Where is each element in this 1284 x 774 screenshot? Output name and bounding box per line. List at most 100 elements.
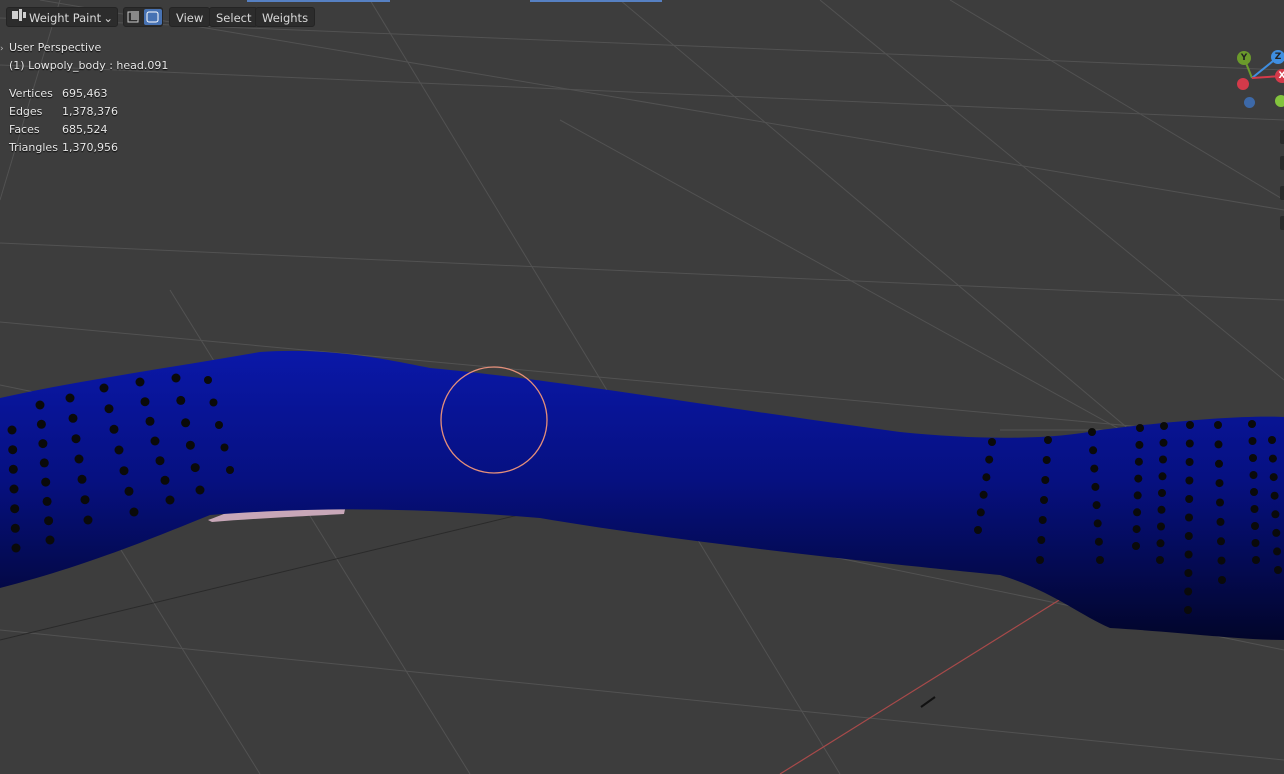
weight-dot [114,445,124,455]
weight-dot [190,463,200,473]
weight-dot [1269,473,1278,482]
weight-dot [99,383,109,393]
weight-dot [1096,556,1104,564]
xray-toggle-icon[interactable] [125,9,143,25]
weight-dot [1160,422,1168,430]
weight-dot [1092,501,1101,510]
weight-dot [150,436,160,446]
viewport-info-overlay: User Perspective (1) Lowpoly_body : head… [9,39,168,157]
weight-paint-mode-icon [11,8,29,28]
weight-dot [209,398,218,407]
menu-select[interactable]: Select [209,7,259,27]
weight-dot [10,504,20,514]
navigation-gizmo[interactable]: Y Z X [1228,44,1284,124]
weight-dot [71,434,81,444]
weight-dot [1185,458,1194,466]
weight-dot [1091,482,1100,491]
weight-dot [109,424,119,434]
weight-dot [135,377,145,387]
weight-dot [1217,537,1225,546]
stat-label: Vertices [9,87,53,100]
weight-dot [1217,556,1226,565]
gizmo-neg-y-axis[interactable] [1275,95,1284,107]
weight-dot [1216,498,1224,507]
weight-dot [1185,495,1194,503]
weight-dot [8,445,18,455]
menu-view[interactable]: View [169,7,211,27]
weight-dot [1271,510,1280,519]
weight-dot [1249,454,1257,462]
view-tool-zoom[interactable] [1280,130,1284,144]
stat-row-faces: Faces 685,524 [9,121,168,139]
weight-dot [1268,436,1276,444]
active-object-label: (1) Lowpoly_body : head.091 [9,59,169,72]
weight-dot [195,485,205,495]
weight-dot [65,393,75,403]
weight-dot [988,438,996,446]
weight-dot [1042,456,1051,464]
xray-shading-icon[interactable] [144,9,162,25]
weight-dot [181,418,191,428]
view-tool-camera[interactable] [1280,186,1284,200]
weight-dot [1215,479,1224,488]
weight-dot [1089,446,1098,455]
weight-dot [1249,471,1258,479]
weight-dot [1135,440,1144,449]
3d-viewport[interactable]: Weight Paint ⌄ View Select Weights › Use… [0,0,1284,774]
weight-dot [1185,513,1193,522]
weight-dot [985,455,994,464]
weight-dot [1185,439,1194,448]
weight-dot [80,495,90,505]
weight-dot [1133,508,1142,517]
weight-dot [1093,519,1102,528]
toolbar-expand-arrow-icon[interactable]: › [0,44,4,54]
mode-selector[interactable]: Weight Paint ⌄ [6,7,118,27]
weight-dot [1157,522,1165,531]
weight-dot [44,516,54,526]
weight-dot [1186,421,1194,429]
view-tool-perspective[interactable] [1280,216,1284,230]
stat-row-vertices: Vertices 695,463 [9,85,168,103]
weight-dot [9,484,19,494]
weight-dot [1132,525,1141,534]
stat-row-triangles: Triangles 1,370,956 [9,139,168,157]
mode-label: Weight Paint [29,11,102,25]
weight-dot [1037,536,1046,544]
stat-value: 685,524 [62,123,108,136]
weight-dot [11,543,21,553]
weight-dot [220,443,229,452]
weight-dot [1159,438,1168,447]
weight-dot [1273,547,1282,556]
weight-dot [1044,436,1052,444]
empty-axes-object [920,696,936,708]
weight-dot [982,473,991,482]
weight-dot [1134,474,1143,483]
weight-dot [1133,491,1142,500]
weight-dot [77,474,87,484]
weight-dot [1041,476,1050,484]
weight-dot [1184,550,1193,559]
weight-dot [42,496,52,506]
stat-row-edges: Edges 1,378,376 [9,103,168,121]
weight-dot [119,466,129,476]
weight-dot [36,419,46,429]
viewport-header: Weight Paint ⌄ View Select Weights [0,0,1284,34]
weight-dot [226,466,234,474]
weight-dot [41,477,51,487]
weight-dot [1215,459,1223,468]
gizmo-y-axis[interactable]: Y [1237,51,1251,65]
gizmo-neg-x-axis[interactable] [1237,78,1249,90]
gizmo-neg-z-axis[interactable] [1244,97,1255,108]
weight-dot [1088,428,1096,436]
weight-dot [83,515,93,525]
weight-dot [1268,454,1277,463]
gizmo-x-axis[interactable]: X [1275,69,1284,83]
view-tool-pan[interactable] [1280,156,1284,170]
gizmo-z-axis[interactable]: Z [1271,50,1284,64]
weight-dot [1216,517,1225,526]
weight-dot [1270,491,1279,500]
menu-weights[interactable]: Weights [255,7,316,27]
weight-dot [1214,440,1223,449]
weight-dot [1272,528,1281,537]
weight-dot [8,464,18,474]
